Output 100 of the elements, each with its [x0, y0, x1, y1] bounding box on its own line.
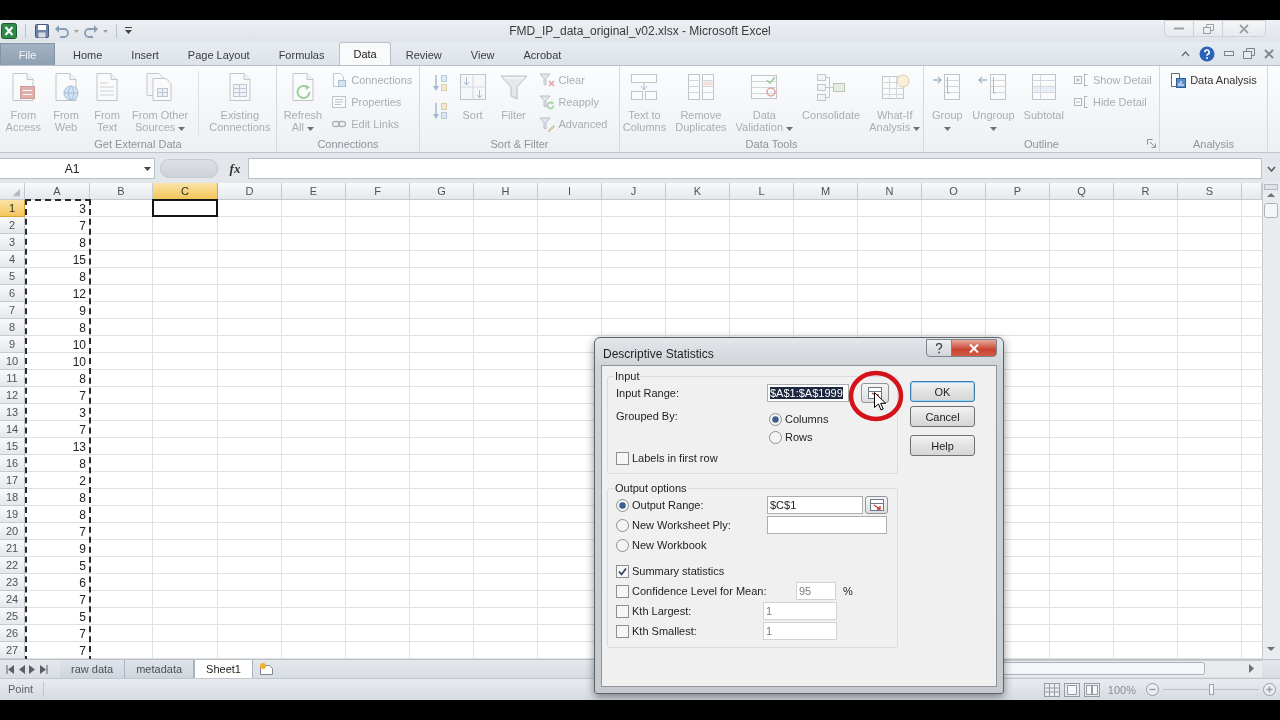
zoom-in-icon[interactable] — [1263, 683, 1276, 696]
column-header[interactable]: O — [922, 183, 986, 200]
checkbox[interactable] — [616, 451, 629, 465]
column-header[interactable]: B — [90, 183, 153, 200]
column-header[interactable]: Q — [1050, 183, 1114, 200]
sheet-tab[interactable]: raw data — [60, 660, 126, 678]
column-header[interactable]: M — [794, 183, 858, 200]
sheet-tab[interactable]: Sheet1 — [194, 660, 253, 678]
row-header[interactable]: 4 — [0, 251, 25, 268]
row-header[interactable]: 24 — [0, 591, 25, 608]
close-icon[interactable] — [1264, 48, 1274, 59]
column-header[interactable]: L — [730, 183, 794, 200]
column-header[interactable]: R — [1114, 183, 1178, 200]
title-help-button[interactable] — [926, 339, 952, 357]
radio-button[interactable] — [616, 518, 629, 532]
dialog-button[interactable]: OK — [910, 381, 975, 402]
zoom-slider-thumb[interactable] — [1209, 684, 1214, 695]
dropdown-caret-icon[interactable] — [144, 166, 151, 171]
column-header[interactable]: S — [1178, 183, 1242, 200]
row-header[interactable]: 22 — [0, 557, 25, 574]
column-header[interactable]: D — [218, 183, 282, 200]
redo-icon[interactable] — [84, 24, 98, 38]
radio-button[interactable] — [616, 538, 629, 552]
expand-chevron-icon[interactable] — [1266, 165, 1276, 172]
row-header[interactable]: 5 — [0, 268, 25, 285]
active-cell[interactable] — [152, 199, 218, 217]
column-header[interactable]: F — [346, 183, 410, 200]
checkbox[interactable] — [616, 624, 629, 638]
undo-icon[interactable] — [55, 24, 69, 38]
radio-button[interactable] — [616, 498, 629, 512]
row-header[interactable]: 3 — [0, 234, 25, 251]
row-header[interactable]: 19 — [0, 506, 25, 523]
row-header[interactable]: 17 — [0, 472, 25, 489]
ribbon-tab[interactable]: Formulas — [264, 43, 339, 65]
minimize-button[interactable] — [1164, 20, 1194, 37]
row-header[interactable]: 20 — [0, 523, 25, 540]
dialog-button[interactable]: Cancel — [910, 406, 975, 427]
zoom-out-icon[interactable] — [1146, 683, 1159, 696]
page-layout-view-icon[interactable] — [1063, 682, 1080, 697]
row-header[interactable]: 9 — [0, 336, 25, 353]
name-box[interactable]: A1 — [0, 158, 155, 179]
maximize-button[interactable] — [1193, 20, 1223, 37]
help-icon[interactable] — [1199, 45, 1215, 62]
ribbon-tab[interactable]: Insert — [117, 43, 173, 65]
dialog-launcher-icon[interactable] — [1147, 139, 1156, 148]
column-header[interactable]: A — [25, 183, 90, 200]
last-arrow-icon[interactable] — [40, 664, 48, 674]
row-header[interactable]: 21 — [0, 540, 25, 557]
row-header[interactable]: 18 — [0, 489, 25, 506]
input-field[interactable]: 1 — [763, 602, 837, 620]
insert-function-button[interactable]: fx — [222, 158, 248, 179]
row-header[interactable]: 2 — [0, 217, 25, 234]
row-header[interactable]: 11 — [0, 370, 25, 387]
input-field[interactable]: 95 — [796, 582, 836, 600]
first-arrow-icon[interactable] — [6, 664, 14, 674]
input-field[interactable]: $A$1:$A$1999 — [767, 384, 849, 402]
input-field[interactable]: 1 — [763, 622, 837, 640]
normal-view-icon[interactable] — [1043, 682, 1060, 697]
checkbox[interactable] — [616, 584, 629, 598]
row-header[interactable]: 8 — [0, 319, 25, 336]
row-header[interactable]: 1 — [0, 200, 25, 217]
spreadsheet-logo-icon[interactable] — [1, 23, 17, 39]
row-header[interactable]: 27 — [0, 642, 25, 659]
sheet-tab[interactable]: metadata — [125, 660, 195, 678]
column-header[interactable]: K — [666, 183, 730, 200]
customize-caret-icon[interactable] — [125, 27, 132, 35]
input-field[interactable] — [767, 516, 887, 534]
ribbon-tab[interactable]: Review — [391, 43, 456, 65]
column-header[interactable]: G — [410, 183, 474, 200]
caret-icon[interactable] — [74, 29, 79, 33]
row-header[interactable]: 6 — [0, 285, 25, 302]
ribbon-tab[interactable]: Page Layout — [173, 43, 264, 65]
caret-icon[interactable] — [103, 29, 108, 33]
row-header[interactable]: 15 — [0, 438, 25, 455]
ribbon-tab[interactable]: Home — [59, 43, 117, 65]
row-header[interactable]: 14 — [0, 421, 25, 438]
ribbon-tab[interactable]: View — [456, 43, 509, 65]
save-icon[interactable] — [34, 23, 50, 39]
row-header[interactable]: 12 — [0, 387, 25, 404]
chevron-up-icon[interactable] — [1181, 50, 1190, 57]
row-header[interactable]: 23 — [0, 574, 25, 591]
close-button[interactable] — [951, 339, 997, 357]
page-break-view-icon[interactable] — [1083, 682, 1100, 697]
radio-button[interactable] — [769, 430, 782, 444]
vertical-scrollbar[interactable] — [1262, 183, 1280, 659]
column-header[interactable]: J — [602, 183, 666, 200]
ribbon-tab[interactable]: Acrobat — [509, 43, 576, 65]
checkbox[interactable] — [616, 604, 629, 618]
range-picker-button[interactable] — [865, 496, 888, 514]
column-header[interactable]: E — [282, 183, 346, 200]
select-all-corner[interactable] — [0, 183, 25, 200]
column-header[interactable]: H — [474, 183, 538, 200]
ribbon-button[interactable]: Data Analysis — [1167, 69, 1260, 91]
column-header[interactable]: P — [986, 183, 1050, 200]
row-header[interactable]: 13 — [0, 404, 25, 421]
input-field[interactable]: $C$1 — [767, 496, 863, 514]
row-header[interactable]: 25 — [0, 608, 25, 625]
column-header[interactable]: N — [858, 183, 922, 200]
column-header[interactable]: I — [538, 183, 602, 200]
restore-icon[interactable] — [1243, 48, 1255, 59]
